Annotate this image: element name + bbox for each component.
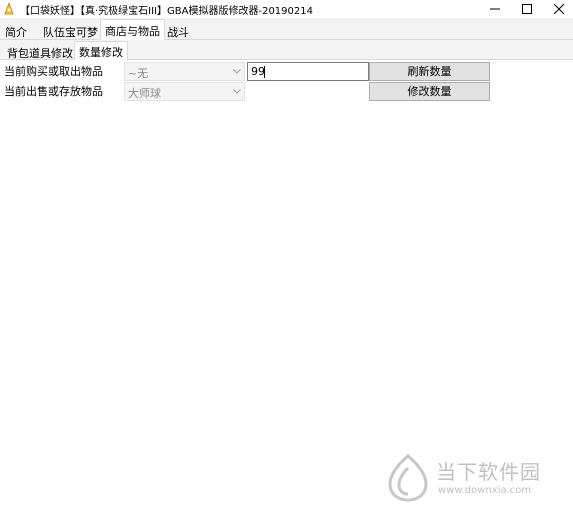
refresh-quantity-button[interactable]: 刷新数量 [369, 62, 490, 81]
maximize-icon [522, 4, 532, 14]
tab-bag-items[interactable]: 背包道具修改 [2, 42, 78, 60]
buy-item-value: ~无 [128, 67, 149, 80]
text-caret [264, 66, 265, 78]
buy-item-select[interactable]: ~无 [124, 62, 245, 81]
tab-party-pokemon[interactable]: 队伍宝可梦 [38, 20, 103, 39]
main-tab-bar: 简介 队伍宝可梦 商店与物品 战斗 [0, 18, 573, 40]
sell-item-value: 大师球 [128, 87, 161, 100]
watermark-name: 当下软件园 [436, 460, 541, 484]
app-icon [4, 2, 14, 15]
sell-item-label: 当前出售或存放物品 [4, 85, 103, 98]
sell-item-select[interactable]: 大师球 [124, 82, 245, 101]
tab-battle[interactable]: 战斗 [162, 20, 194, 39]
watermark-logo-icon [388, 454, 428, 502]
tab-intro[interactable]: 简介 [0, 20, 32, 39]
close-button[interactable] [540, 0, 573, 18]
watermark: 当下软件园 www.downxia.com [386, 452, 556, 506]
modify-quantity-button[interactable]: 修改数量 [369, 82, 490, 101]
tab-quantity[interactable]: 数量修改 [74, 41, 128, 61]
tab-shop-items[interactable]: 商店与物品 [100, 19, 165, 40]
chevron-down-icon [233, 69, 241, 74]
quantity-input[interactable]: 99 [247, 62, 369, 81]
window-title: 【口袋妖怪】【真·究极绿宝石III】GBA模拟器版修改器-20190214 [20, 6, 313, 17]
quantity-value: 99 [251, 65, 265, 78]
sub-tab-bar: 背包道具修改 数量修改 [0, 40, 573, 61]
watermark-url: www.downxia.com [438, 485, 532, 496]
buy-item-label: 当前购买或取出物品 [4, 65, 103, 78]
close-icon [554, 4, 564, 14]
minimize-icon [490, 8, 500, 10]
title-bar: 【口袋妖怪】【真·究极绿宝石III】GBA模拟器版修改器-20190214 [0, 0, 573, 18]
chevron-down-icon [233, 89, 241, 94]
